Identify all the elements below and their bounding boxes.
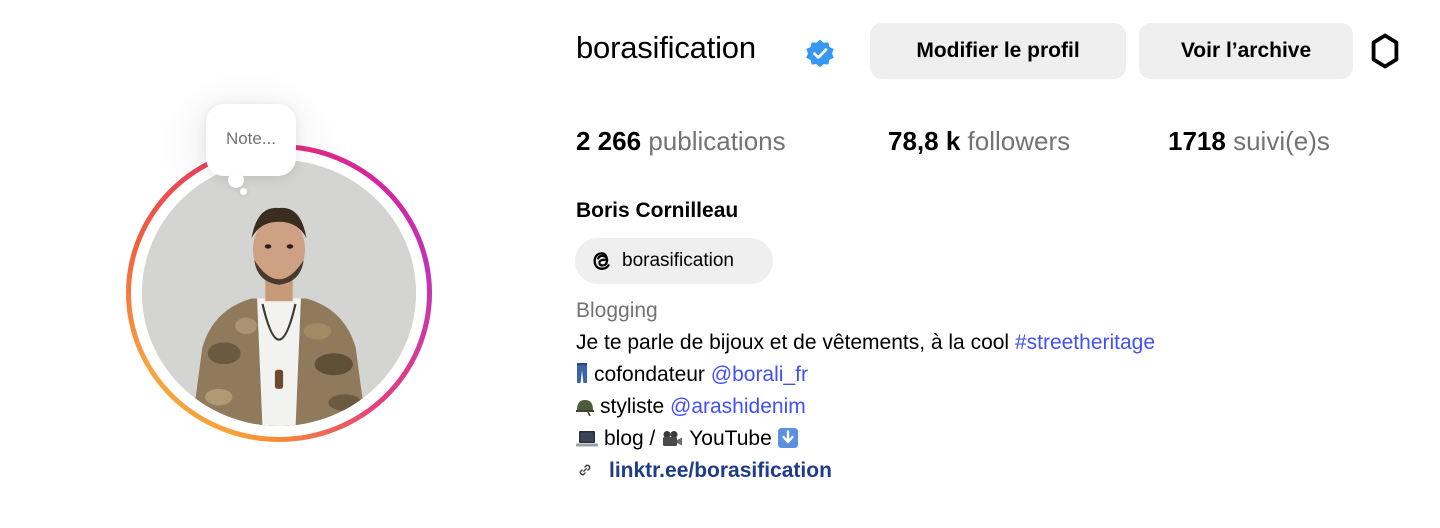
following-count-label: suivi(e)s	[1233, 126, 1330, 156]
note-bubble-dot-small	[240, 188, 247, 195]
bio-line: Je te parle de bijoux et de vêtements, à…	[576, 330, 1155, 356]
military-helmet-emoji	[576, 400, 594, 416]
bio-text: blog /	[604, 427, 662, 450]
note-placeholder: Note...	[225, 129, 277, 148]
note-bubble[interactable]: Note...	[206, 104, 296, 176]
posts-count-value: 2 266	[576, 126, 642, 156]
bio-text: cofondateur	[594, 363, 711, 386]
threads-icon	[593, 252, 610, 270]
note-bubble-dot	[228, 172, 244, 188]
following-link[interactable]: 1718 suivi(e)s	[1168, 126, 1330, 157]
posts-count: 2 266 publications	[576, 126, 786, 157]
bio-line: cofondateur @borali_fr	[576, 362, 808, 388]
bio-text: Je te parle de bijoux et de vêtements, à…	[576, 331, 1015, 354]
verified-badge-icon	[806, 39, 834, 68]
avatar-photo	[142, 160, 416, 426]
category-label: Blogging	[576, 299, 658, 322]
story-ring[interactable]	[126, 144, 432, 442]
movie-camera-emoji	[663, 431, 683, 446]
mention-link[interactable]: @arashidenim	[670, 395, 806, 418]
mention-link[interactable]: @borali_fr	[711, 363, 808, 386]
username: borasification	[576, 30, 756, 65]
followers-count-value: 78,8 k	[888, 126, 961, 156]
bio-text: styliste	[600, 395, 671, 418]
followers-link[interactable]: 78,8 k followers	[888, 126, 1070, 157]
external-link[interactable]: linktr.ee/borasification	[609, 459, 832, 482]
bio-text: YouTube	[689, 427, 778, 450]
threads-handle: borasification	[622, 250, 734, 271]
link-icon	[579, 464, 591, 476]
gear-icon[interactable]	[1366, 32, 1404, 70]
jeans-emoji	[577, 363, 587, 383]
profile-header: Note... borasification Modifier le profi…	[0, 0, 1440, 528]
followers-count-label: followers	[967, 126, 1071, 156]
view-archive-button[interactable]: Voir l’archive	[1139, 23, 1353, 79]
edit-profile-button[interactable]: Modifier le profil	[870, 23, 1126, 79]
following-count-value: 1718	[1168, 126, 1226, 156]
threads-badge[interactable]: borasification	[575, 238, 773, 284]
laptop-emoji	[576, 431, 598, 447]
bio-line: styliste @arashidenim	[576, 394, 806, 420]
posts-count-label: publications	[648, 126, 786, 156]
hashtag-link[interactable]: #streetheritage	[1015, 331, 1155, 354]
bio-line: blog / YouTube	[576, 426, 804, 452]
full-name: Boris Cornilleau	[576, 199, 739, 222]
down-arrow-emoji	[777, 428, 798, 448]
avatar[interactable]	[142, 160, 416, 426]
external-link-row[interactable]: linktr.ee/borasification	[576, 458, 832, 484]
